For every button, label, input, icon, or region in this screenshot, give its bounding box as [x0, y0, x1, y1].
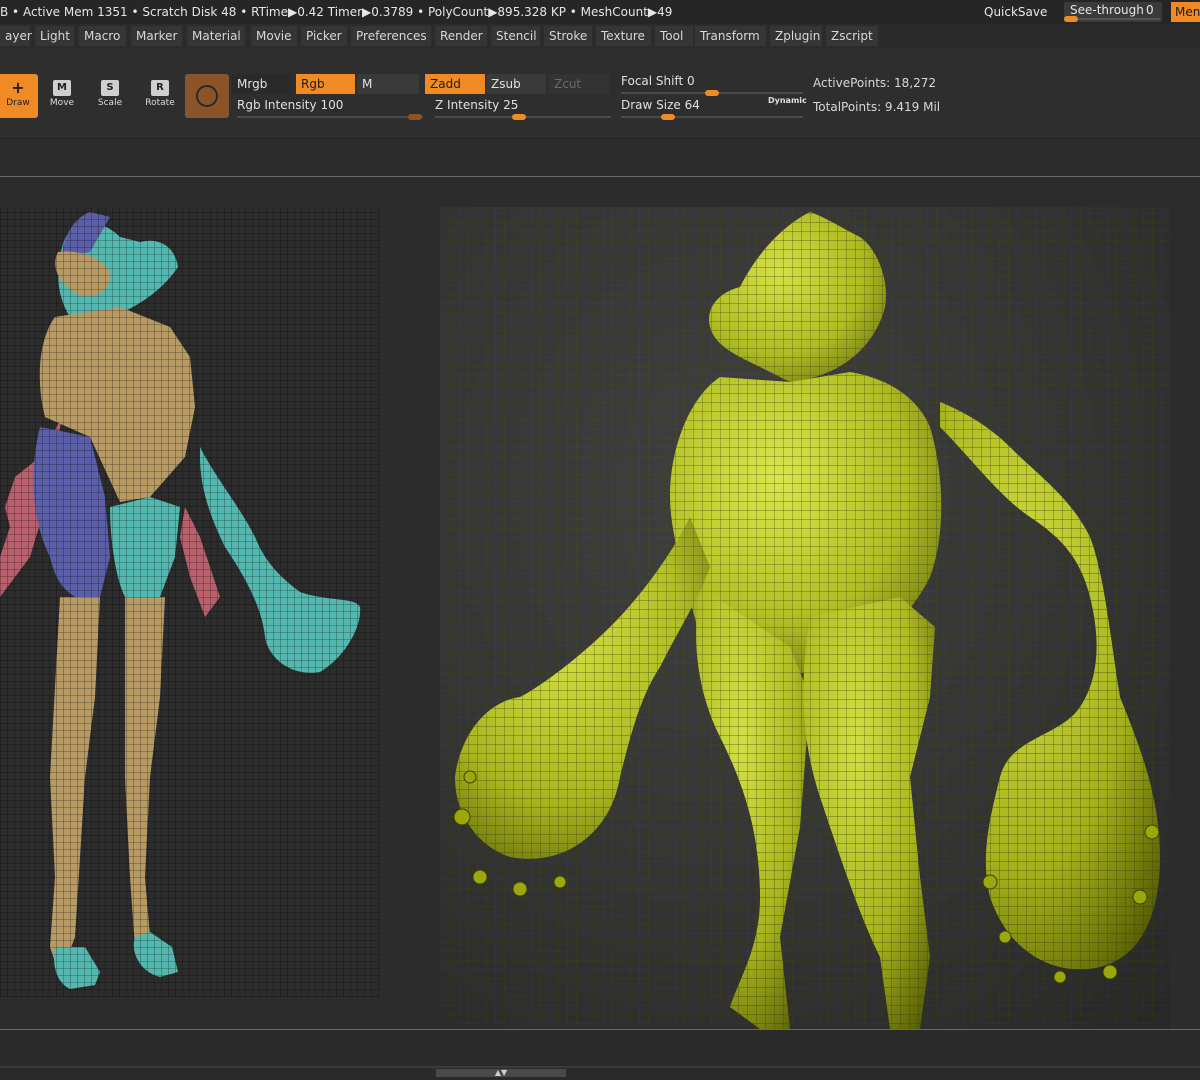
canvas-viewport[interactable]: [0, 177, 1200, 1029]
menu-stencil[interactable]: Stencil: [491, 26, 540, 46]
polygroup-figure: [0, 207, 380, 997]
focal-shift-knob[interactable]: [705, 90, 719, 96]
secondary-shelf: [0, 139, 1200, 176]
m-toggle[interactable]: M: [357, 74, 419, 94]
focal-shift-value: 0: [687, 74, 695, 88]
scale-label: Scale: [97, 98, 123, 108]
scale-tool-button[interactable]: S Scale: [90, 74, 130, 118]
z-intensity-label: Z Intensity: [435, 98, 500, 112]
see-through-knob[interactable]: [1064, 16, 1078, 22]
zsub-toggle[interactable]: Zsub: [486, 74, 546, 94]
z-intensity-knob[interactable]: [512, 114, 526, 120]
menu-bar: ayer Light Macro Marker Material Movie P…: [0, 24, 1200, 48]
lime-figure: [440, 207, 1170, 1029]
menu-zscript[interactable]: Zscript: [826, 26, 878, 46]
menu-layer[interactable]: ayer: [0, 26, 32, 46]
see-through-slider[interactable]: See-through 0: [1064, 2, 1162, 22]
menu-zplugin[interactable]: Zplugin: [770, 26, 822, 46]
see-through-track: [1066, 18, 1160, 20]
draw-icon: +: [11, 78, 25, 97]
menu-macro[interactable]: Macro: [79, 26, 126, 46]
menu-material[interactable]: Material: [187, 26, 245, 46]
menu-transform[interactable]: Transform: [695, 26, 766, 46]
draw-size-track: [621, 116, 803, 118]
rgb-intensity-knob[interactable]: [408, 114, 422, 120]
move-label: Move: [49, 98, 75, 108]
total-points-readout: TotalPoints: 9.419 Mil: [813, 100, 941, 114]
rotate-label: Rotate: [145, 98, 175, 108]
quicksave-button[interactable]: QuickSave: [984, 0, 1047, 24]
z-intensity-slider[interactable]: Z Intensity 25: [435, 98, 611, 120]
scale-icon: S: [101, 80, 119, 96]
rotate-icon: R: [151, 80, 169, 96]
menu-picker[interactable]: Picker: [301, 26, 347, 46]
menu-texture[interactable]: Texture: [596, 26, 651, 46]
rotate-tool-button[interactable]: R Rotate: [140, 74, 180, 118]
focal-shift-slider[interactable]: Focal Shift 0: [621, 74, 803, 96]
menus-button[interactable]: Menus: [1171, 2, 1200, 22]
menu-stroke[interactable]: Stroke: [544, 26, 592, 46]
draw-size-label: Draw Size: [621, 98, 681, 112]
bottom-shelf: [0, 1030, 1200, 1080]
menu-preferences[interactable]: Preferences: [351, 26, 431, 46]
draw-label: Draw: [6, 98, 30, 108]
focal-shift-label: Focal Shift: [621, 74, 684, 88]
rgb-intensity-value: 100: [320, 98, 344, 112]
dynamic-toggle[interactable]: Dynamic: [768, 96, 807, 105]
rgb-intensity-track: [237, 116, 423, 118]
zadd-toggle[interactable]: Zadd: [425, 74, 485, 94]
brush-thumbnail[interactable]: [185, 74, 229, 118]
rgb-intensity-label: Rgb Intensity: [237, 98, 317, 112]
top-shelf: + Draw M Move S Scale R Rotate Mrgb Rgb …: [0, 48, 1200, 139]
menu-movie[interactable]: Movie: [251, 26, 297, 46]
bottom-shelf-strip: [0, 1066, 1200, 1068]
zcut-toggle[interactable]: Zcut: [549, 74, 609, 94]
z-intensity-value: 25: [503, 98, 519, 112]
menu-light[interactable]: Light: [35, 26, 74, 46]
menu-render[interactable]: Render: [435, 26, 487, 46]
move-icon: M: [53, 80, 71, 96]
status-readout: B • Active Mem 1351 • Scratch Disk 48 • …: [0, 5, 673, 19]
menu-tool[interactable]: Tool: [655, 26, 693, 46]
draw-tool-button[interactable]: + Draw: [0, 74, 38, 118]
rgb-toggle[interactable]: Rgb: [296, 74, 355, 94]
sculpt-canvas[interactable]: [0, 177, 1200, 1029]
menu-marker[interactable]: Marker: [131, 26, 182, 46]
rgb-intensity-slider[interactable]: Rgb Intensity 100: [237, 98, 423, 120]
bottom-shelf-toggle-icon[interactable]: ▲▼: [436, 1069, 566, 1077]
status-bar: B • Active Mem 1351 • Scratch Disk 48 • …: [0, 0, 1200, 24]
active-points-readout: ActivePoints: 18,272: [813, 76, 937, 90]
move-tool-button[interactable]: M Move: [42, 74, 82, 118]
draw-size-knob[interactable]: [661, 114, 675, 120]
draw-size-value: 64: [684, 98, 700, 112]
mrgb-toggle[interactable]: Mrgb: [232, 74, 292, 94]
brush-sphere-icon: [196, 85, 218, 107]
